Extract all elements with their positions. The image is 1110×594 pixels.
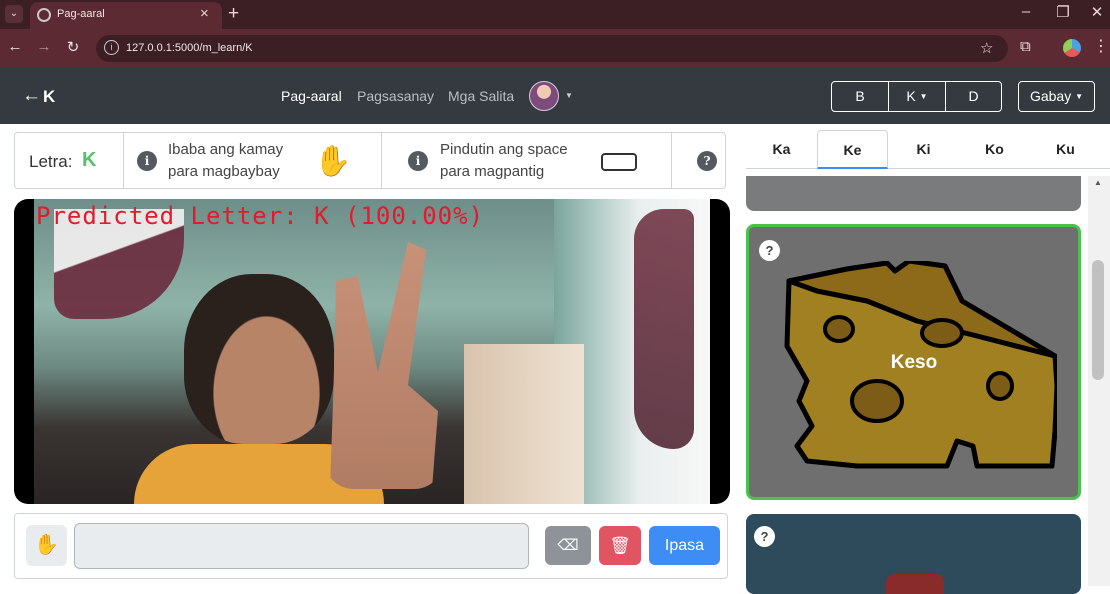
help-icon[interactable]: ? <box>754 526 775 547</box>
letter-label: Letra: <box>29 152 73 171</box>
tab-ke[interactable]: Ke <box>817 130 888 169</box>
camera-feed: Predicted Letter: K (100.00%) <box>14 199 730 504</box>
info-strip: Letra: K i Ibaba ang kamay para magbayba… <box>14 132 726 189</box>
info-icon: i <box>408 151 428 171</box>
card-illustration <box>886 574 944 594</box>
back-arrow-icon[interactable]: ← <box>22 85 41 107</box>
scroll-thumb[interactable] <box>1092 260 1104 380</box>
trash-icon: 🗑 <box>609 536 631 555</box>
input-panel: ✋ ⌫ 🗑 Ipasa <box>14 513 728 579</box>
extensions-icon[interactable]: ⧉ <box>1020 38 1031 55</box>
spell-instruction-line2: para magbaybay <box>168 163 280 180</box>
app-navbar: ← K Pag-aaral Pagsasanay Mga Salita ▼ B … <box>0 68 1110 124</box>
browser-tab-bar: ⌄ Pag-aaral × + – ❐ ✕ <box>0 0 1110 29</box>
syllable-instruction-line1: Pindutin ang space <box>440 141 568 158</box>
navbar-letter[interactable]: K <box>43 87 55 107</box>
menu-icon[interactable]: ⋮ <box>1093 36 1109 56</box>
spelled-text-input[interactable] <box>74 523 529 569</box>
close-icon[interactable]: × <box>200 5 209 22</box>
site-info-icon[interactable]: i <box>104 40 119 55</box>
tab-list-icon[interactable]: ⌄ <box>5 5 23 23</box>
syllable-instruction-line2: para magpantig <box>440 163 545 180</box>
letter-dropdown-button[interactable]: K ▼ <box>888 81 946 112</box>
word-card-previous[interactable] <box>746 176 1081 211</box>
word-card-next[interactable]: ? <box>746 514 1081 594</box>
next-letter-button[interactable]: D <box>945 81 1002 112</box>
tab-ko[interactable]: Ko <box>959 130 1030 169</box>
guide-label: Gabay <box>1029 88 1072 104</box>
backspace-icon: ⌫ <box>557 537 579 554</box>
nav-link-words[interactable]: Mga Salita <box>448 88 514 104</box>
minimize-icon[interactable]: – <box>1011 3 1041 20</box>
spacebar-icon <box>601 153 637 171</box>
address-bar: ← → ↻ i 127.0.0.1:5000/m_learn/K ☆ <box>0 29 1110 68</box>
profile-icon[interactable] <box>1063 39 1081 57</box>
spell-instruction: Ibaba ang kamay para magbaybay <box>168 139 283 183</box>
tab-ku[interactable]: Ku <box>1030 130 1101 169</box>
scroll-up-icon[interactable]: ▲ <box>1094 178 1102 187</box>
guide-dropdown-button[interactable]: Gabay ▼ <box>1018 81 1095 112</box>
help-icon[interactable]: ? <box>759 240 780 261</box>
hand-icon: ✋ <box>34 534 59 556</box>
word-card-selected[interactable]: ? Keso <box>746 224 1081 500</box>
current-letter: K <box>82 149 97 171</box>
caret-down-icon: ▼ <box>919 92 928 101</box>
forward-icon[interactable]: → <box>34 38 54 55</box>
syllable-instruction: Pindutin ang space para magpantig <box>440 139 568 183</box>
divider <box>671 133 672 188</box>
divider <box>381 133 382 188</box>
divider <box>123 133 124 188</box>
chevron-down-icon[interactable]: ▼ <box>565 91 573 100</box>
help-icon[interactable]: ? <box>697 151 717 171</box>
back-icon[interactable]: ← <box>5 38 25 55</box>
backspace-button[interactable]: ⌫ <box>545 526 591 565</box>
clear-button[interactable]: 🗑 <box>599 526 641 565</box>
plus-icon[interactable]: + <box>228 3 239 25</box>
camera-door <box>464 344 584 504</box>
hand-icon: ✋ <box>314 145 352 178</box>
submit-button[interactable]: Ipasa <box>649 526 720 565</box>
caret-down-icon: ▼ <box>1075 92 1084 101</box>
camera-curtain <box>634 209 694 449</box>
camera-scene <box>34 199 710 504</box>
star-icon[interactable]: ☆ <box>980 39 993 57</box>
tab-ki[interactable]: Ki <box>888 130 959 169</box>
info-icon: i <box>137 151 157 171</box>
nav-link-learn[interactable]: Pag-aaral <box>281 88 342 104</box>
prediction-overlay: Predicted Letter: K (100.00%) <box>36 202 485 230</box>
prev-letter-button[interactable]: B <box>831 81 889 112</box>
globe-icon <box>37 8 51 22</box>
nav-link-practice[interactable]: Pagsasanay <box>357 88 434 104</box>
letter-dropdown-label: K <box>906 88 916 104</box>
camera-person-head <box>184 274 334 444</box>
spell-instruction-line1: Ibaba ang kamay <box>168 141 284 158</box>
restore-icon[interactable]: ❐ <box>1048 3 1078 21</box>
reload-icon[interactable]: ↻ <box>63 38 83 56</box>
close-window-icon[interactable]: ✕ <box>1082 3 1110 21</box>
url-field[interactable]: i 127.0.0.1:5000/m_learn/K ☆ <box>96 35 1008 62</box>
browser-tab[interactable]: Pag-aaral × <box>30 2 222 29</box>
url-text: 127.0.0.1:5000/m_learn/K <box>126 42 253 54</box>
syllable-tabs: Ka Ke Ki Ko Ku <box>746 130 1110 169</box>
camera-hand-sign <box>330 242 438 489</box>
tab-ka[interactable]: Ka <box>746 130 817 169</box>
hand-toggle-button[interactable]: ✋ <box>26 525 67 566</box>
card-word: Keso <box>890 352 938 373</box>
tab-title: Pag-aaral <box>57 8 105 20</box>
sidebar-scrollbar[interactable]: ▲ <box>1088 176 1110 586</box>
avatar[interactable] <box>529 81 559 111</box>
